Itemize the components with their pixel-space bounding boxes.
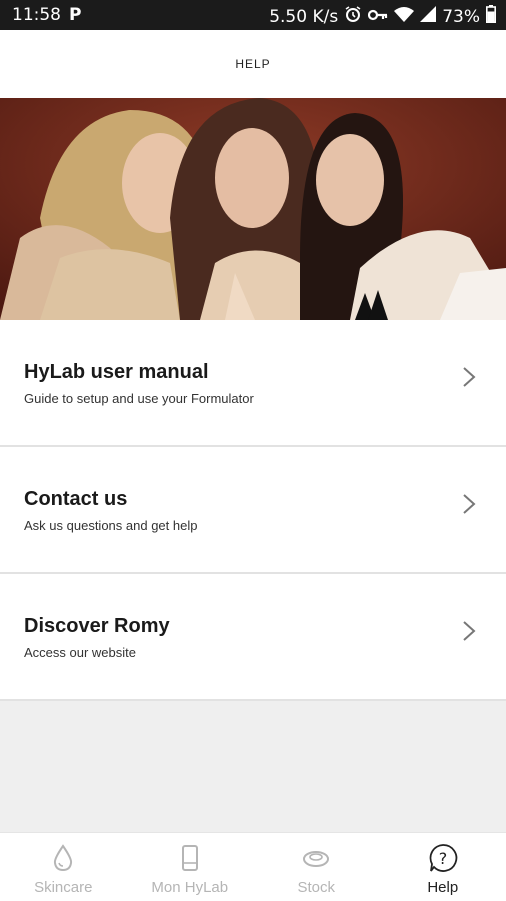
chevron-right-icon: [460, 493, 478, 515]
nav-label: Skincare: [34, 879, 92, 896]
nav-item-skincare[interactable]: Skincare: [0, 833, 127, 901]
menu-item-title: Discover Romy: [24, 615, 170, 638]
menu-item-title: Contact us: [24, 488, 127, 511]
nav-label: Help: [427, 879, 458, 896]
page-title: HELP: [235, 57, 270, 71]
wifi-icon: [394, 6, 414, 27]
nav-label: Mon HyLab: [151, 879, 228, 896]
nav-item-stock[interactable]: Stock: [253, 833, 380, 901]
menu-item-subtitle: Ask us questions and get help: [24, 518, 197, 533]
network-speed: 5.50 K/s: [269, 7, 338, 27]
bottom-nav: Skincare Mon HyLab Stock ? Help: [0, 832, 506, 901]
battery-percent: 73%: [442, 7, 480, 27]
menu-item-discover-romy[interactable]: Discover Romy Access our website: [0, 574, 506, 701]
device-icon: [175, 843, 205, 873]
signal-icon: [420, 6, 436, 27]
status-bar: 11:58 P 5.50 K/s 73%: [0, 0, 506, 30]
header: HELP: [0, 30, 506, 98]
app-badge-icon: P: [69, 5, 81, 25]
vpn-key-icon: [368, 7, 388, 27]
menu-item-contact-us[interactable]: Contact us Ask us questions and get help: [0, 447, 506, 574]
menu-item-subtitle: Guide to setup and use your Formulator: [24, 391, 254, 406]
nav-item-mon-hylab[interactable]: Mon HyLab: [127, 833, 254, 901]
hero-image: [0, 98, 506, 320]
battery-icon: [486, 5, 496, 28]
svg-text:?: ?: [439, 849, 448, 868]
help-icon: ?: [428, 843, 458, 873]
help-menu: HyLab user manual Guide to setup and use…: [0, 320, 506, 701]
chevron-right-icon: [460, 620, 478, 642]
menu-item-subtitle: Access our website: [24, 645, 136, 660]
droplet-icon: [48, 843, 78, 873]
three-women-portrait: [0, 98, 506, 320]
menu-item-user-manual[interactable]: HyLab user manual Guide to setup and use…: [0, 320, 506, 447]
alarm-icon: [344, 5, 362, 28]
capsule-icon: [301, 843, 331, 873]
menu-item-title: HyLab user manual: [24, 361, 209, 384]
nav-label: Stock: [297, 879, 335, 896]
nav-item-help[interactable]: ? Help: [380, 833, 506, 901]
chevron-right-icon: [460, 366, 478, 388]
status-time: 11:58: [12, 5, 61, 25]
